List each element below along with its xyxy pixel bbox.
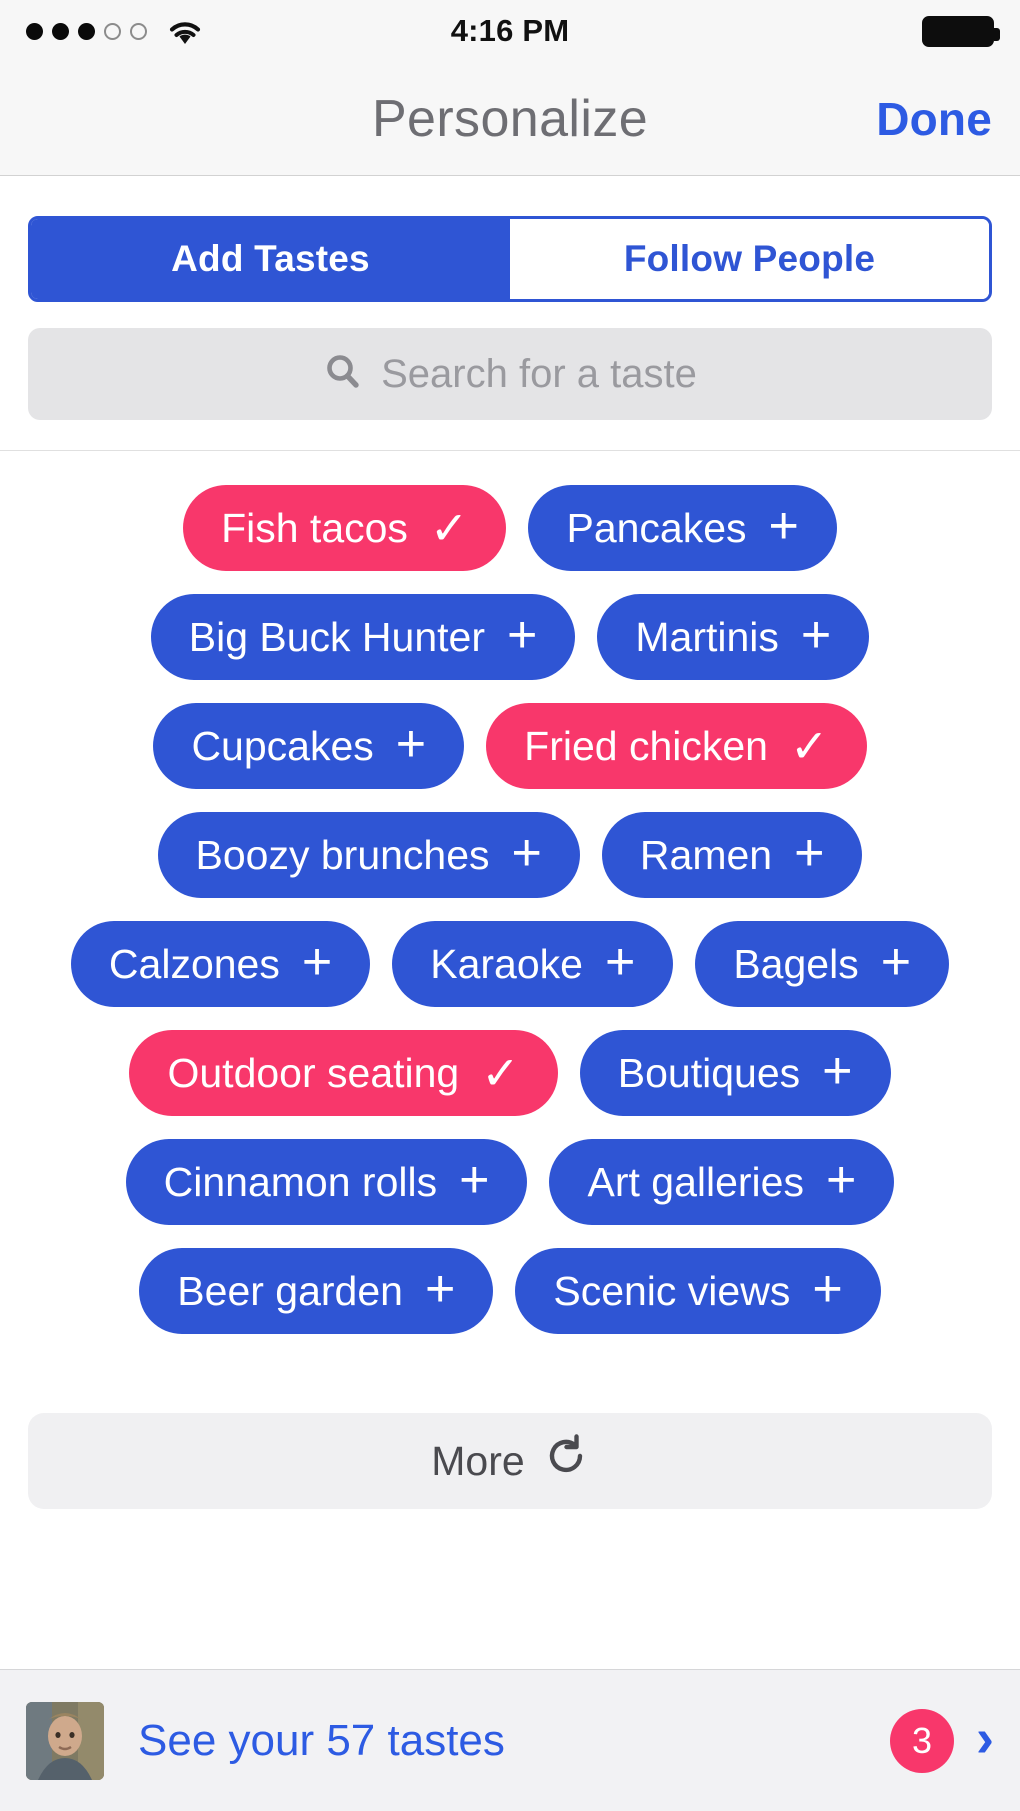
plus-icon: + <box>459 1151 490 1209</box>
check-icon: ✓ <box>481 1047 520 1099</box>
more-container: More <box>0 1357 1020 1551</box>
taste-tag[interactable]: Martinis + <box>597 594 870 680</box>
plus-icon: + <box>825 1151 857 1209</box>
taste-tag-label: Fish tacos <box>221 504 408 551</box>
plus-icon: + <box>794 824 825 882</box>
plus-icon: + <box>301 933 333 991</box>
taste-tag-label: Cinnamon rolls <box>163 1158 438 1205</box>
tag-row: Beer garden + Scenic views + <box>26 1248 994 1334</box>
refresh-icon <box>543 1433 589 1489</box>
tag-row: Fish tacos ✓ Pancakes + <box>26 485 994 571</box>
done-button[interactable]: Done <box>876 92 992 146</box>
segmented-control[interactable]: Add Tastes Follow People <box>28 216 992 302</box>
search-input[interactable]: Search for a taste <box>28 328 992 420</box>
more-button[interactable]: More <box>28 1413 992 1509</box>
search-container: Search for a taste <box>0 302 1020 450</box>
tag-row: Cupcakes + Fried chicken ✓ <box>26 703 994 789</box>
plus-icon: + <box>768 497 799 555</box>
tag-row: Boozy brunches + Ramen + <box>26 812 994 898</box>
tag-row: Cinnamon rolls + Art galleries + <box>26 1139 994 1225</box>
taste-tag-label: Beer garden <box>177 1267 403 1314</box>
segmented-control-container: Add Tastes Follow People <box>0 176 1020 302</box>
tab-follow-people[interactable]: Follow People <box>510 219 989 299</box>
bottom-bar[interactable]: See your 57 tastes 3 › <box>0 1669 1020 1811</box>
taste-tag[interactable]: Cinnamon rolls + <box>125 1139 528 1225</box>
more-button-label: More <box>431 1437 525 1484</box>
taste-tag[interactable]: Fish tacos ✓ <box>183 485 507 571</box>
taste-tag[interactable]: Bagels + <box>695 921 950 1007</box>
search-placeholder: Search for a taste <box>381 351 697 396</box>
chevron-right-icon[interactable]: › <box>976 1711 994 1765</box>
plus-icon: + <box>800 606 832 664</box>
taste-tag-label: Big Buck Hunter <box>188 613 485 660</box>
plus-icon: + <box>604 933 636 991</box>
battery-full-icon <box>922 15 1000 47</box>
plus-icon: + <box>506 606 538 664</box>
taste-tag[interactable]: Fried chicken ✓ <box>486 703 867 789</box>
navigation-bar: Personalize Done <box>0 62 1020 176</box>
tag-row: Outdoor seating ✓ Boutiques + <box>26 1030 994 1116</box>
taste-tag[interactable]: Art galleries + <box>549 1139 895 1225</box>
taste-tag-label: Boozy brunches <box>195 831 490 878</box>
taste-tag-label: Art galleries <box>587 1158 804 1205</box>
taste-tag-label: Boutiques <box>617 1049 801 1096</box>
bottom-bar-right: 3 › <box>890 1708 994 1773</box>
user-avatar[interactable] <box>26 1701 104 1780</box>
taste-tag-label: Calzones <box>108 940 280 987</box>
taste-tag-label: Ramen <box>639 831 773 878</box>
check-icon: ✓ <box>429 502 469 554</box>
taste-tag-label: Scenic views <box>553 1267 791 1314</box>
plus-icon: + <box>395 715 427 773</box>
plus-icon: + <box>812 1260 843 1318</box>
status-bar-clock: 4:16 PM <box>450 13 570 48</box>
taste-tag[interactable]: Calzones + <box>70 921 371 1007</box>
taste-tag[interactable]: Pancakes + <box>528 485 837 571</box>
plus-icon: + <box>511 824 542 882</box>
taste-tag[interactable]: Boutiques + <box>579 1030 891 1116</box>
check-icon: ✓ <box>789 720 829 772</box>
status-bar-right <box>922 15 1000 47</box>
taste-tag-label: Bagels <box>733 940 859 987</box>
taste-tag[interactable]: Outdoor seating ✓ <box>129 1030 558 1116</box>
taste-tag[interactable]: Boozy brunches + <box>157 812 580 898</box>
page-title: Personalize <box>371 89 649 148</box>
taste-tag[interactable]: Ramen + <box>601 812 863 898</box>
taste-tag[interactable]: Beer garden + <box>139 1248 494 1334</box>
taste-tag[interactable]: Big Buck Hunter + <box>150 594 576 680</box>
status-bar: 4:16 PM <box>0 0 1020 62</box>
taste-tag-cloud: Fish tacos ✓ Pancakes + Big Buck Hunter + Mart… <box>0 450 1020 1334</box>
taste-tag-label: Outdoor seating <box>167 1049 460 1096</box>
plus-icon: + <box>822 1042 853 1100</box>
tag-row: Calzones + Karaoke + Bagels + <box>26 921 994 1007</box>
tag-row: Big Buck Hunter + Martinis + <box>26 594 994 680</box>
taste-tag[interactable]: Cupcakes + <box>153 703 465 789</box>
taste-tag[interactable]: Karaoke + <box>392 921 674 1007</box>
plus-icon: + <box>880 933 912 991</box>
taste-tag-label: Cupcakes <box>191 722 374 769</box>
taste-tag-label: Karaoke <box>430 940 583 987</box>
app-screen: 4:16 PM Personalize Done Add Tastes Foll… <box>0 0 1020 1811</box>
taste-tag-label: Martinis <box>635 613 779 660</box>
status-badge: 3 <box>890 1708 955 1773</box>
taste-tag[interactable]: Scenic views + <box>515 1248 881 1334</box>
taste-tag-label: Fried chicken <box>524 722 768 769</box>
see-your-tastes-link[interactable]: See your 57 tastes <box>138 1716 505 1766</box>
taste-tag-label: Pancakes <box>566 504 747 551</box>
plus-icon: + <box>424 1260 456 1318</box>
search-icon <box>323 352 363 397</box>
tab-add-tastes[interactable]: Add Tastes <box>31 219 510 299</box>
